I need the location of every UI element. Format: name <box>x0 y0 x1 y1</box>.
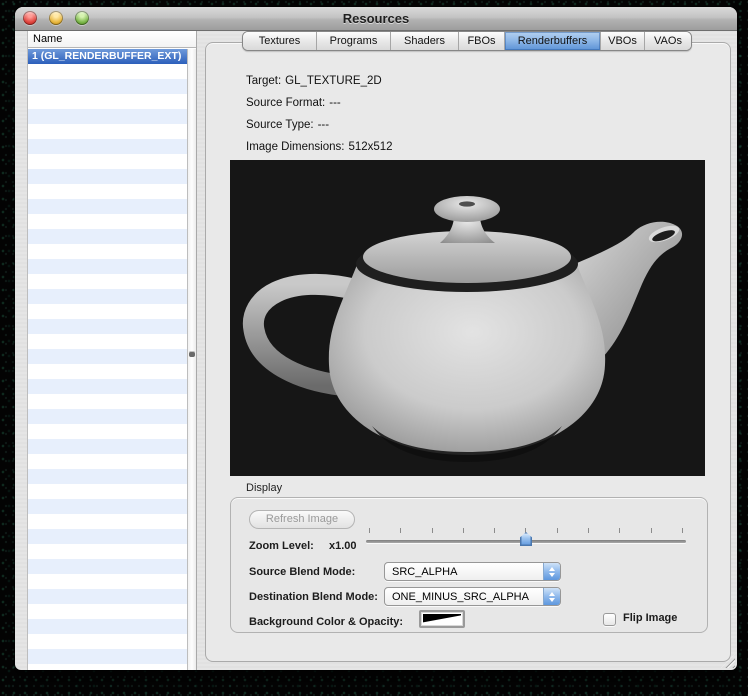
dest-blend-label: Destination Blend Mode: <box>249 591 378 603</box>
background-color-well[interactable] <box>419 610 465 628</box>
info-source-type: Source Type:--- <box>246 119 393 141</box>
tab-textures[interactable]: Textures <box>243 32 317 50</box>
splitter-dimple-icon[interactable] <box>189 351 195 357</box>
tab-strip: Textures Programs Shaders FBOs Renderbuf… <box>242 31 692 51</box>
sidebar-scrollbar[interactable] <box>187 49 196 670</box>
flip-image-label: Flip Image <box>623 612 677 624</box>
zoom-slider[interactable] <box>366 526 686 554</box>
info-source-format: Source Format:--- <box>246 97 393 119</box>
utah-teapot-render <box>230 160 705 476</box>
dest-blend-value: ONE_MINUS_SRC_ALPHA <box>385 591 543 603</box>
source-blend-label: Source Blend Mode: <box>249 566 355 578</box>
list-header-name[interactable]: Name <box>28 31 196 48</box>
window-title: Resources <box>343 11 409 26</box>
flip-image-checkbox[interactable] <box>603 613 616 626</box>
title-bar[interactable]: Resources <box>15 7 737 31</box>
zoom-level-value: x1.00 <box>329 540 357 552</box>
info-target: Target:GL_TEXTURE_2D <box>246 75 393 97</box>
tab-fbos[interactable]: FBOs <box>459 32 505 50</box>
resource-list[interactable]: 1 (GL_RENDERBUFFER_EXT) <box>28 49 188 670</box>
bg-color-label: Background Color & Opacity: <box>249 616 403 628</box>
zoom-button[interactable] <box>75 11 89 25</box>
display-group-label: Display <box>246 482 282 494</box>
dest-blend-popup[interactable]: ONE_MINUS_SRC_ALPHA <box>384 587 561 606</box>
tab-renderbuffers[interactable]: Renderbuffers <box>505 32 601 50</box>
color-opacity-wedge-icon <box>423 614 461 624</box>
display-group-box: Refresh Image Zoom Level: x1.00 Source B… <box>230 497 708 633</box>
list-stripes <box>28 64 188 670</box>
close-button[interactable] <box>23 11 37 25</box>
list-item-renderbuffer[interactable]: 1 (GL_RENDERBUFFER_EXT) <box>28 49 188 64</box>
resource-list-sidebar: Name 1 (GL_RENDERBUFFER_EXT) <box>27 31 197 670</box>
resources-window: Resources Name 1 (GL_RENDERBUFFER_EXT) T… <box>15 7 737 670</box>
tab-programs[interactable]: Programs <box>317 32 391 50</box>
renderbuffer-image-preview <box>230 160 705 476</box>
refresh-image-button[interactable]: Refresh Image <box>249 510 355 529</box>
popup-stepper-icon <box>543 588 560 605</box>
minimize-button[interactable] <box>49 11 63 25</box>
source-blend-value: SRC_ALPHA <box>385 566 543 578</box>
texture-info: Target:GL_TEXTURE_2D Source Format:--- S… <box>246 75 393 163</box>
desktop-background: Resources Name 1 (GL_RENDERBUFFER_EXT) T… <box>0 0 748 696</box>
zoom-slider-thumb[interactable] <box>520 532 532 546</box>
tab-vbos[interactable]: VBOs <box>601 32 645 50</box>
tab-vaos[interactable]: VAOs <box>645 32 691 50</box>
zoom-level-label: Zoom Level: <box>249 540 314 552</box>
popup-stepper-icon <box>543 563 560 580</box>
tab-shaders[interactable]: Shaders <box>391 32 459 50</box>
source-blend-popup[interactable]: SRC_ALPHA <box>384 562 561 581</box>
